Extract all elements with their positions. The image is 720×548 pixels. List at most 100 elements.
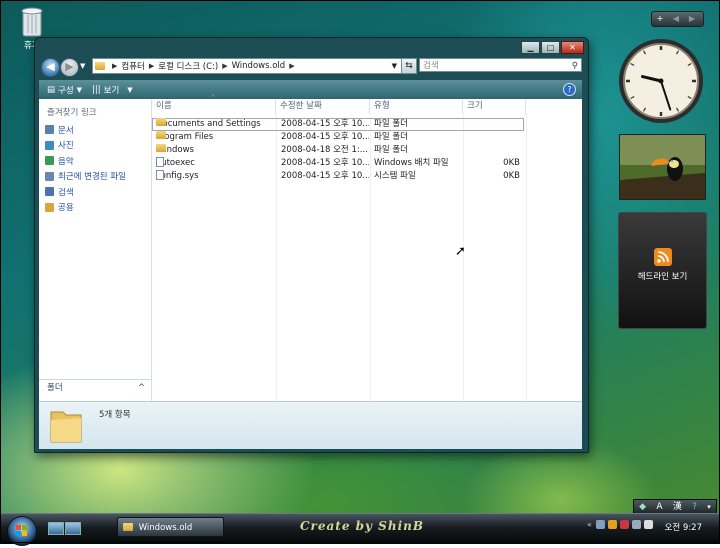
file-row[interactable]: config.sys 2008-04-15 오후 10... 시스템 파일 0KB [152,170,582,183]
search-icon[interactable]: ⚲ [572,59,578,73]
start-button[interactable] [7,516,37,546]
help-button[interactable]: ? [563,83,576,96]
window-body: 즐겨찾기 링크 문서 사진음악최근에 변경된 파일검색공용 이름 ^ 수정한 날짜… [39,94,582,401]
nav-link[interactable]: 검색 [39,184,151,200]
tray-app-icon[interactable] [619,520,629,529]
breadcrumb-local-disk[interactable]: 로컬 디스크 (C:) [158,60,218,72]
nav-link-label: 음악 [58,156,74,167]
close-button[interactable]: ✕ [561,41,584,54]
slideshow-gadget-toucan-photo[interactable] [619,134,706,200]
column-header-type[interactable]: 유형 [370,99,463,114]
column-header-name-label: 이름 [156,101,172,111]
address-dropdown-icon[interactable]: ▼ [392,62,397,70]
file-row[interactable]: Program Files 2008-04-15 오후 10... 파일 폴더 [152,131,582,144]
file-date-text: 2008-04-15 오후 10... [281,158,369,168]
column-header-date[interactable]: 수정한 날짜 [276,99,370,114]
file-row[interactable]: autoexec 2008-04-15 오후 10... Windows 배치 파일… [152,157,582,170]
details-pane: 5개 항목 [39,401,582,449]
taskbar-task-windows-old[interactable]: Windows.old [117,517,224,537]
next-gadget-icon[interactable]: ▶ [684,12,700,26]
views-button[interactable]: ||| 보기 ▼ [92,84,133,96]
feed-headlines-gadget[interactable]: 헤드라인 보기 [618,212,707,329]
file-size-text: 0KB [503,171,520,181]
language-help-icon[interactable]: ? [692,500,697,514]
views-label: 보기 [103,85,120,96]
add-gadget-icon[interactable]: + [652,12,668,26]
breadcrumb-separator-icon: ▶ [148,62,155,70]
file-row[interactable]: Documents and Settings 2008-04-15 오후 10..… [152,118,524,131]
taskbar-task-label: Windows.old [138,523,193,533]
navigation-pane: 즐겨찾기 링크 문서 사진음악최근에 변경된 파일검색공용 [39,99,152,401]
file-row[interactable]: Windows 2008-04-18 오전 1:... 파일 폴더 [152,144,582,157]
nav-link-icon [45,202,54,212]
nav-link-label: 검색 [58,187,74,198]
file-type: Windows 배치 파일 [374,157,462,170]
file-type: 파일 폴더 [374,118,462,131]
views-chevron-icon: ▼ [127,85,133,94]
clock-gadget[interactable] [617,37,705,125]
file-list[interactable]: 이름 ^ 수정한 날짜 유형 크기 Documents and Settings… [152,94,582,401]
back-button[interactable]: ◀ [41,58,60,77]
breadcrumb-separator-icon: ▶ [112,62,118,70]
maximize-button[interactable]: □ [541,41,560,54]
nav-link[interactable]: 사진 [39,138,151,154]
large-folder-icon [50,411,82,443]
tray-volume-icon[interactable] [643,520,653,529]
hanja-indicator[interactable]: 漢 [673,500,682,514]
minimize-button[interactable]: ▁ [521,41,540,54]
nav-link[interactable]: 공용 [39,200,151,216]
nav-link[interactable]: 최근에 변경된 파일 [39,169,151,185]
folder-icon [156,131,166,139]
file-date: 2008-04-15 오후 10... [281,170,369,183]
nav-link-icon [45,171,54,181]
taskbar-clock[interactable]: 오전 9:27 [665,521,702,533]
nav-link[interactable]: 음악 [39,153,151,169]
file-name: Documents and Settings [156,118,274,131]
file-type-text: 파일 폴더 [374,119,408,129]
forward-button[interactable]: ▶ [60,58,79,77]
nav-link-icon [45,156,54,166]
tray-monitor-icon[interactable] [631,520,641,529]
show-desktop-icon[interactable] [48,522,64,535]
column-header-name[interactable]: 이름 ^ [152,94,276,114]
file-type: 시스템 파일 [374,170,462,183]
search-input[interactable]: 검색 ⚲ [419,58,582,72]
refresh-button[interactable]: ⇆ [401,58,417,74]
explorer-window[interactable]: ▁ □ ✕ ◀ ▶ ▼ ▶ 컴퓨터 ▶ 로컬 디스크 (C:) ▶ Window… [34,37,589,453]
breadcrumb-separator-icon: ▶ [289,62,295,70]
tray-expand-icon[interactable]: « [587,520,592,529]
language-options-icon[interactable]: ▾ [707,500,711,514]
file-type-text: 파일 폴더 [374,132,408,142]
recent-pages-chevron-icon[interactable]: ▼ [80,62,85,70]
ime-mode-indicator[interactable]: A [656,500,662,514]
breadcrumb-computer[interactable]: 컴퓨터 [121,60,144,72]
favorite-links-heading: 즐겨찾기 링크 [47,108,97,118]
watermark-text: Create by ShinB [300,519,424,533]
folders-toggle[interactable]: 폴더 ^ [39,379,151,395]
organize-button[interactable]: ▤ 구성 ▼ [47,84,82,96]
file-size-text: 0KB [503,158,520,168]
chevron-up-icon: ^ [137,383,145,393]
folders-label: 폴더 [47,383,63,393]
address-bar[interactable]: ▶ 컴퓨터 ▶ 로컬 디스크 (C:) ▶ Windows.old ▶ ▼ [92,58,402,74]
views-icon: ||| [92,84,101,95]
file-date: 2008-04-15 오후 10... [281,131,369,144]
previous-gadget-icon[interactable]: ◀ [668,12,684,26]
organize-icon: ▤ [47,84,56,95]
breadcrumb-windows-old[interactable]: Windows.old [232,61,286,71]
nav-link-icon [45,140,54,150]
file-name-text: Documents and Settings [156,119,261,129]
column-header-size[interactable]: 크기 [463,99,526,114]
command-toolbar: ▤ 구성 ▼ ||| 보기 ▼ ? [39,80,582,99]
switch-windows-icon[interactable] [65,522,81,535]
file-type: 파일 폴더 [374,131,462,144]
file-date: 2008-04-15 오후 10... [281,118,369,131]
sidebar-controls: + ◀ ▶ [651,11,704,27]
tray-network-icon[interactable] [595,520,605,529]
tray-security-shield-icon[interactable] [607,520,617,529]
language-diamond-icon[interactable]: ◆ [639,500,646,514]
nav-link[interactable]: 문서 [39,122,151,138]
nav-link-label: 공용 [58,203,74,214]
file-icon [156,157,164,167]
organize-chevron-icon: ▼ [76,85,83,94]
